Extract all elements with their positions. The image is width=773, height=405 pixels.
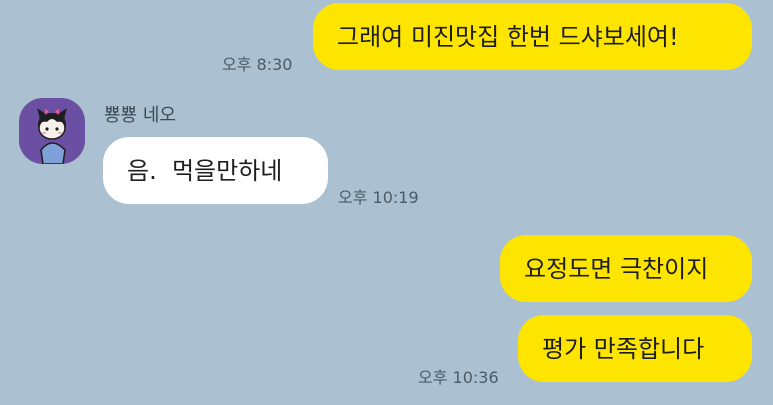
avatar[interactable]: [19, 98, 85, 164]
my-message-bubble[interactable]: 요정도면 극찬이지: [500, 235, 752, 302]
my-message-bubble[interactable]: 평가 만족합니다: [518, 315, 752, 382]
my-message-bubble[interactable]: 그래여 미진맛집 한번 드샤보세여!: [313, 3, 752, 70]
message-timestamp: 오후 8:30: [222, 55, 293, 74]
message-text: 그래여 미진맛집 한번 드샤보세여!: [337, 22, 679, 51]
message-timestamp: 오후 10:19: [338, 188, 419, 207]
sender-name: 뿅뿅 네오: [104, 105, 176, 126]
their-message-bubble[interactable]: 음. 먹을만하네: [103, 137, 328, 204]
neo-cat-avatar-icon: [19, 98, 85, 164]
message-text: 평가 만족합니다: [542, 334, 705, 363]
message-text: 요정도면 극찬이지: [524, 254, 709, 283]
message-timestamp: 오후 10:36: [418, 368, 499, 387]
chat-room: 그래여 미진맛집 한번 드샤보세여! 오후 8:30 뿅뿅 네오 음. 먹을만하…: [0, 0, 773, 405]
message-text: 음. 먹을만하네: [127, 156, 283, 185]
